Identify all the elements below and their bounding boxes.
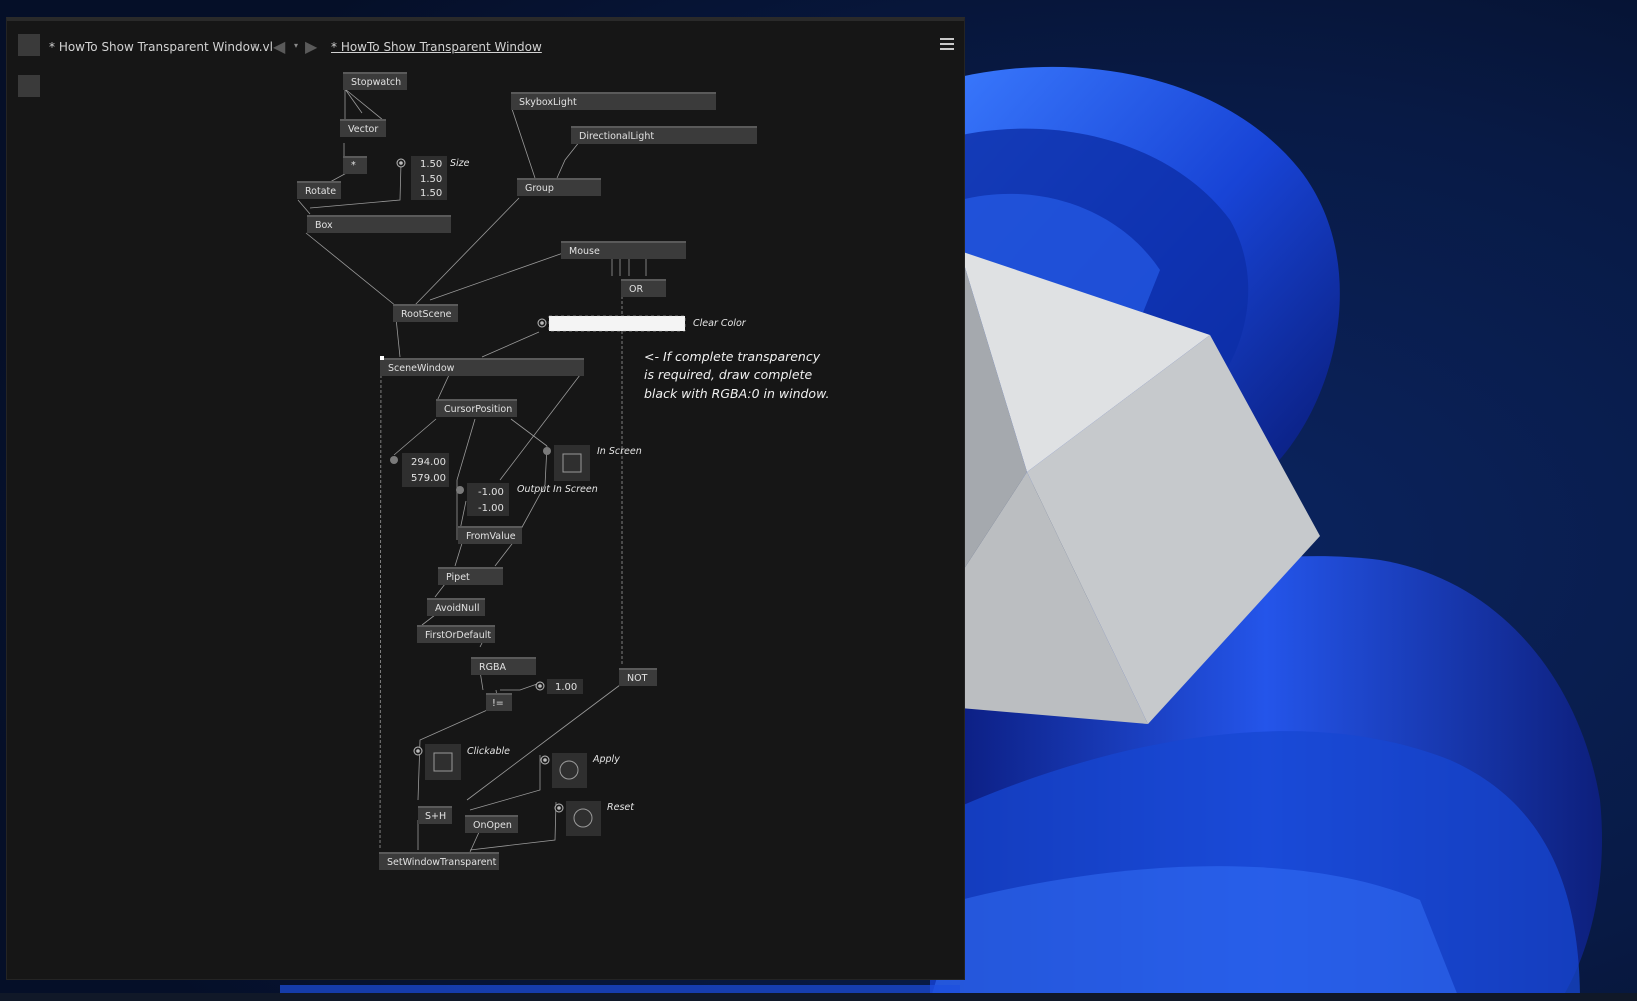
- svg-text:CursorPosition: CursorPosition: [444, 404, 512, 415]
- in-screen-toggle[interactable]: [543, 445, 590, 481]
- svg-text:1.50: 1.50: [420, 174, 442, 185]
- node-sample-hold[interactable]: S+H: [418, 806, 452, 824]
- svg-text:-1.00: -1.00: [478, 503, 504, 514]
- svg-text:AvoidNull: AvoidNull: [435, 603, 479, 614]
- label-size: Size: [450, 158, 470, 169]
- svg-text:579.00: 579.00: [411, 473, 446, 484]
- size-input[interactable]: 1.50 1.50 1.50: [396, 156, 447, 200]
- node-avoidnull[interactable]: AvoidNull: [427, 598, 485, 616]
- svg-text:Rotate: Rotate: [305, 186, 336, 197]
- svg-text:OnOpen: OnOpen: [473, 820, 512, 831]
- node-rootscene[interactable]: RootScene: [393, 304, 458, 322]
- svg-text:SetWindowTransparent: SetWindowTransparent: [387, 857, 497, 868]
- node-pipet[interactable]: Pipet: [438, 567, 503, 585]
- patch-canvas: Stopwatch Vector * 1.50 1.50 1.50 Size R…: [297, 72, 829, 870]
- links: [297, 88, 647, 853]
- node-rgba[interactable]: RGBA: [471, 657, 536, 675]
- node-directionallight[interactable]: DirectionalLight: [571, 126, 757, 144]
- svg-text:is required, draw complete: is required, draw complete: [644, 367, 812, 382]
- clear-color-input[interactable]: [537, 315, 686, 332]
- label-reset: Reset: [607, 802, 635, 813]
- svg-text:!=: !=: [492, 698, 504, 709]
- node-vector[interactable]: Vector: [340, 119, 386, 137]
- node-onopen[interactable]: OnOpen: [465, 815, 518, 833]
- node-firstordefault[interactable]: FirstOrDefault: [417, 625, 495, 643]
- node-mouse[interactable]: Mouse: [561, 241, 686, 259]
- label-output-in-screen: Output In Screen: [517, 484, 598, 495]
- svg-text:OR: OR: [629, 284, 643, 295]
- node-multiply[interactable]: *: [343, 156, 367, 174]
- node-group[interactable]: Group: [517, 178, 601, 196]
- node-not-equal[interactable]: !=: [486, 693, 512, 711]
- node-rotate[interactable]: Rotate: [297, 181, 341, 199]
- node-cursorposition[interactable]: CursorPosition: [436, 399, 517, 417]
- svg-text:Stopwatch: Stopwatch: [351, 77, 401, 88]
- cursor-position-value[interactable]: 294.00 579.00: [390, 453, 449, 487]
- svg-text:Pipet: Pipet: [446, 572, 470, 583]
- label-clickable: Clickable: [467, 746, 510, 757]
- node-setwindowtransparent[interactable]: SetWindowTransparent: [379, 852, 499, 870]
- node-or[interactable]: OR: [621, 279, 666, 297]
- taskbar-strip: [0, 993, 1637, 1001]
- svg-text:Vector: Vector: [348, 124, 378, 135]
- node-not[interactable]: NOT: [619, 668, 657, 686]
- svg-text:1.50: 1.50: [420, 188, 442, 199]
- svg-text:Group: Group: [525, 183, 554, 194]
- svg-text:1.00: 1.00: [555, 682, 577, 693]
- node-skyboxlight[interactable]: SkyboxLight: [511, 92, 716, 110]
- svg-text:NOT: NOT: [627, 673, 648, 684]
- svg-text:-1.00: -1.00: [478, 487, 504, 498]
- apply-button[interactable]: [540, 753, 587, 788]
- svg-text:SceneWindow: SceneWindow: [388, 363, 455, 374]
- svg-text:Mouse: Mouse: [569, 246, 600, 257]
- svg-text:*: *: [351, 160, 356, 171]
- node-box[interactable]: Box: [307, 215, 451, 233]
- alpha-value[interactable]: 1.00: [535, 679, 583, 694]
- svg-text:1.50: 1.50: [420, 159, 442, 170]
- node-stopwatch[interactable]: Stopwatch: [343, 72, 407, 90]
- label-apply: Apply: [592, 754, 620, 765]
- label-clear-color: Clear Color: [693, 318, 747, 329]
- svg-text:S+H: S+H: [425, 811, 446, 822]
- comment-text: <- If complete transparency is required,…: [644, 349, 829, 401]
- editor-window: * HowTo Show Transparent Window.vl ▾ ◀ ▾…: [6, 17, 965, 980]
- svg-text:black with RGBA:0 in window.: black with RGBA:0 in window.: [644, 386, 829, 401]
- svg-text:Box: Box: [315, 220, 333, 231]
- svg-text:RootScene: RootScene: [401, 309, 452, 320]
- svg-text:FirstOrDefault: FirstOrDefault: [425, 630, 491, 641]
- node-fromvalue[interactable]: FromValue: [458, 526, 522, 544]
- svg-text:<- If complete transparency: <- If complete transparency: [644, 349, 821, 364]
- svg-text:DirectionalLight: DirectionalLight: [579, 131, 654, 142]
- svg-text:294.00: 294.00: [411, 457, 446, 468]
- svg-text:SkyboxLight: SkyboxLight: [519, 97, 577, 108]
- svg-text:RGBA: RGBA: [479, 662, 506, 673]
- clickable-toggle[interactable]: [413, 744, 461, 780]
- node-scenewindow[interactable]: SceneWindow: [380, 356, 584, 376]
- reset-button[interactable]: [554, 801, 601, 836]
- label-in-screen: In Screen: [597, 446, 642, 457]
- svg-text:FromValue: FromValue: [466, 531, 516, 542]
